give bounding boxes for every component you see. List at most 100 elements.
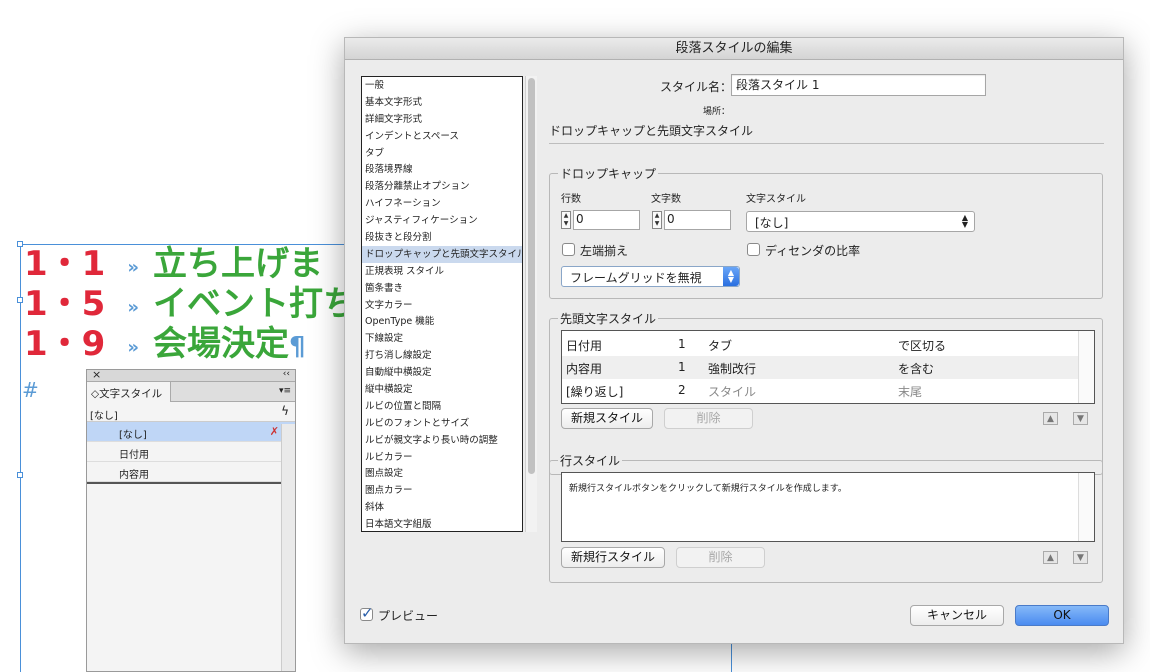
descender-checkbox[interactable] [747,243,760,256]
list-item[interactable]: [なし] ✗ [87,422,295,442]
align-left-checkbox[interactable] [562,243,575,256]
chars-label: 文字数 [651,194,681,205]
location-label: 場所： [703,107,731,117]
cell-style: 日付用 [566,339,603,353]
category-item[interactable]: 斜体 [362,499,522,516]
category-item[interactable]: 一般 [362,77,522,94]
panel-tabbar: ◇文字スタイル ▾≡ [87,382,295,402]
lines-label: 行数 [561,194,581,205]
category-item[interactable]: 段落分離禁止オプション [362,178,522,195]
close-icon[interactable]: × [92,368,101,381]
grid-option-select[interactable]: フレームグリッドを無視 ▲ ▼ [561,266,740,287]
category-item[interactable]: ドロップキャップと先頭文字スタイル [362,245,522,263]
category-item[interactable]: OpenType 機能 [362,313,522,330]
category-item[interactable]: 圏点設定 [362,465,522,482]
category-scrollbar[interactable] [525,76,537,532]
chars-input[interactable]: 0 [664,210,731,230]
grid-option-value: フレームグリッドを無視 [570,271,702,285]
text-frame-edge [20,244,21,672]
frame-handle[interactable] [17,472,23,478]
collapse-icon[interactable]: ‹‹ [283,369,290,379]
lightning-icon[interactable]: ϟ [281,404,289,418]
table-scrollbar[interactable] [1078,473,1094,541]
tab-marker: » [127,297,139,318]
new-line-style-button[interactable]: 新規行スタイル [561,547,665,568]
cell-item: タブ [708,339,733,353]
category-item[interactable]: 基本文字形式 [362,94,522,111]
category-item[interactable]: ハイフネーション [362,195,522,212]
category-item[interactable]: 箇条書き [362,280,522,297]
table-row[interactable]: 内容用 1 強制改行 を含む [562,356,1094,379]
tab-marker: » [127,257,139,278]
frame-handle[interactable] [17,297,23,303]
category-item[interactable]: インデントとスペース [362,128,522,145]
move-down-icon[interactable]: ▼ [1073,551,1088,564]
cancel-button[interactable]: キャンセル [910,605,1004,626]
group-title: ドロップキャップ [558,165,659,182]
style-name-label: スタイル名： [660,80,733,94]
document-line: 1・1 » 立ち上げま [24,244,323,284]
cell-count: 2 [678,383,686,397]
category-item[interactable]: ジャスティフィケーション [362,212,522,229]
table-row[interactable]: [繰り返し] 2 スタイル 末尾 [562,379,1094,402]
category-item[interactable]: 段抜きと段分割 [362,229,522,246]
category-item[interactable]: ルビの位置と間隔 [362,398,522,415]
line-number: 1・9 [24,324,106,364]
cell-count: 1 [678,337,686,351]
category-item[interactable]: 打ち消し線設定 [362,347,522,364]
category-item[interactable]: ルビカラー [362,449,522,466]
line-text: イベント打ち [152,284,357,324]
lines-stepper-icon[interactable]: ▲ ▼ [561,211,571,229]
tab-character-styles[interactable]: ◇文字スタイル [87,382,171,402]
category-item[interactable]: 自動縦中横設定 [362,364,522,381]
char-style-select[interactable]: [なし] ▲ ▼ [746,211,975,232]
panel-menu-icon[interactable]: ▾≡ [279,386,291,396]
divider [87,482,295,484]
dialog-title: 段落スタイルの編集 [345,38,1123,60]
scrollbar[interactable] [281,424,295,671]
group-title: 行スタイル [558,452,623,469]
category-list: 一般 基本文字形式 詳細文字形式 インデントとスペース タブ 段落境界線 段落分離禁止オプシ… [361,76,523,532]
style-name-input[interactable]: 段落スタイル 1 [731,74,986,96]
frame-handle[interactable] [17,241,23,247]
new-nested-style-button[interactable]: 新規スタイル [561,408,653,429]
line-number: 1・5 [24,284,106,324]
move-up-icon[interactable]: ▲ [1043,412,1058,425]
category-item[interactable]: 日本語文字組版 [362,516,522,531]
delete-nested-style-button[interactable]: 削除 [664,408,753,429]
cell-item: スタイル [708,385,757,399]
list-item[interactable]: 日付用 [87,442,295,462]
preview-checkbox[interactable] [360,604,374,622]
cell-mode: 末尾 [898,385,923,399]
category-item[interactable]: 下線設定 [362,330,522,347]
panel-topbar: × ‹‹ [87,368,295,382]
line-styles-table: 新規行スタイルボタンをクリックして新規行スタイルを作成します。 [561,472,1095,542]
move-down-icon[interactable]: ▼ [1073,412,1088,425]
category-item[interactable]: 文字カラー [362,297,522,314]
category-item[interactable]: 段落境界線 [362,161,522,178]
table-scrollbar[interactable] [1078,331,1094,403]
ok-button[interactable]: OK [1015,605,1109,626]
category-item[interactable]: 正規表現 スタイル [362,263,522,280]
align-left-label: 左端揃え [580,244,629,258]
category-item[interactable]: 縦中横設定 [362,381,522,398]
char-style-label: 文字スタイル [746,194,806,205]
lines-input[interactable]: 0 [573,210,640,230]
category-item[interactable]: 圏点カラー [362,482,522,499]
scroll-thumb[interactable] [528,78,535,474]
move-up-icon[interactable]: ▲ [1043,551,1058,564]
group-title: 先頭文字スタイル [558,310,659,327]
current-style-label: [なし] [90,411,118,422]
category-item[interactable]: 詳細文字形式 [362,111,522,128]
category-item[interactable]: ルビが親文字より長い時の調整 [362,432,522,449]
chars-stepper-icon[interactable]: ▲ ▼ [652,211,662,229]
line-style-hint: 新規行スタイルボタンをクリックして新規行スタイルを作成します。 [569,484,847,494]
nested-styles-group: 先頭文字スタイル 日付用 1 タブ で区切る 内容用 1 強制改行 を含む [繰… [549,310,1103,475]
list-item[interactable]: 内容用 [87,462,295,482]
category-item[interactable]: ルビのフォントとサイズ [362,415,522,432]
table-row[interactable]: 日付用 1 タブ で区切る [562,333,1094,356]
category-item[interactable]: タブ [362,145,522,162]
text-frame-edge [731,644,732,672]
delete-line-style-button[interactable]: 削除 [676,547,765,568]
updown-icon: ▲ ▼ [961,213,968,229]
